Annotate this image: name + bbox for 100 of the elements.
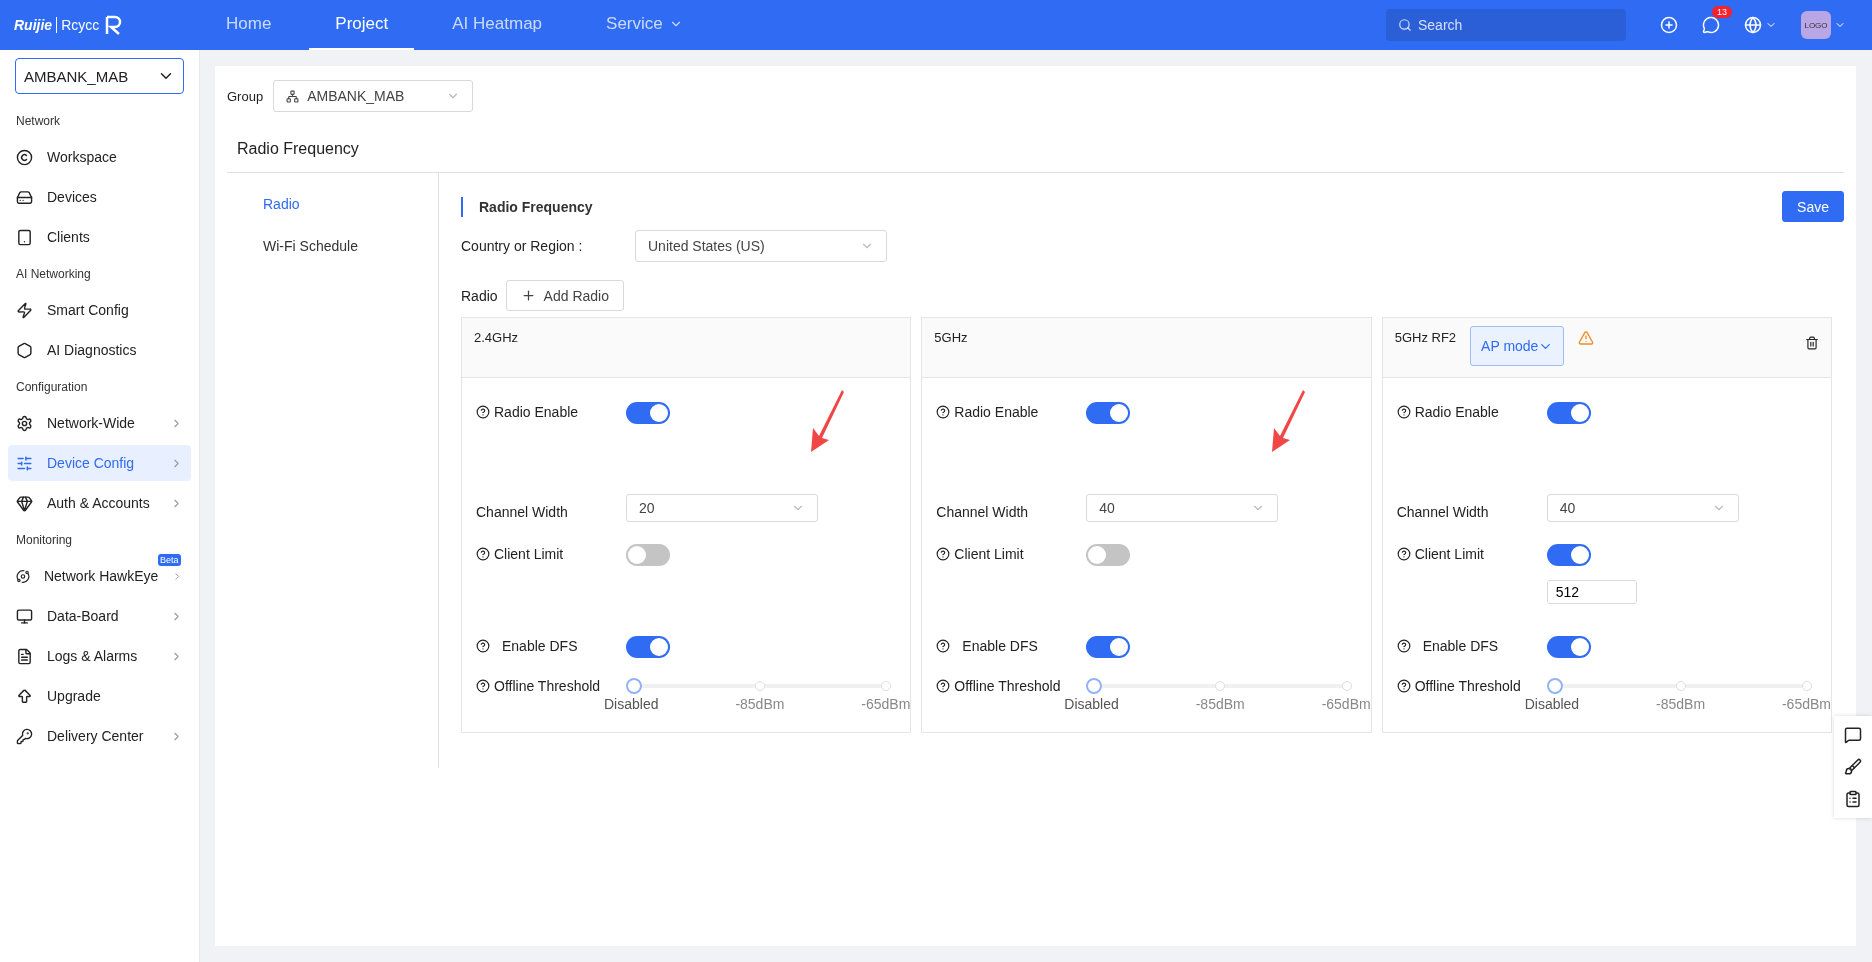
search-icon [1398,18,1412,32]
field-label: Channel Width [936,504,1029,520]
group-label: Group [227,88,264,104]
client-limit-field[interactable]: 512 [1546,580,1637,604]
section-heading: Radio Frequency [461,196,593,217]
slider-mark-label: -65dBm [861,696,911,712]
message-icon[interactable] [1702,16,1720,34]
field-label: Enable DFS [962,638,1038,654]
sidebar-item[interactable]: Device Config [8,445,191,481]
search-field[interactable]: Search [1386,9,1626,41]
help-icon[interactable] [476,405,490,419]
channel-width-select[interactable]: 20 [626,494,818,522]
sidebar-item[interactable]: Network-Wide [8,405,191,441]
slider-mark-label: Disabled [604,696,659,712]
mode-dropdown[interactable]: AP mode [1470,326,1565,366]
field-label: Channel Width [1396,504,1489,520]
chat-icon[interactable] [1844,726,1862,744]
logo[interactable]: Ruijie Rcycc [14,14,194,36]
slider-stop-dot[interactable] [1215,681,1226,691]
toggle-switch[interactable] [1546,402,1591,424]
document-icon [16,647,33,665]
delete-icon[interactable] [1805,336,1819,350]
slider-stop-dot[interactable] [1802,681,1812,691]
slider-thumb[interactable] [1546,678,1563,694]
slider-stop-dot[interactable] [1675,681,1686,691]
hexagon-icon [16,341,33,359]
help-icon[interactable] [1396,679,1411,693]
slider-stop-dot[interactable] [755,681,766,691]
field-label: Offline Threshold [494,678,601,694]
country-select[interactable]: United States (US) [635,230,887,262]
slider-mark-label: -85dBm [1656,696,1706,712]
help-icon[interactable] [476,547,490,561]
radio-name: 2.4GHz [474,330,519,345]
monitor-icon [16,607,33,625]
radio-label: Radio [461,287,498,304]
toggle-switch[interactable] [1086,402,1131,424]
help-icon[interactable] [476,639,490,653]
brush-icon[interactable] [1844,758,1862,776]
help-icon[interactable] [476,679,490,693]
sidebar-item[interactable]: Delivery Center [8,718,191,754]
field-label: Offline Threshold [954,678,1061,694]
field-label: Offline Threshold [1414,678,1521,694]
slider-thumb[interactable] [1086,678,1103,694]
field-label: Channel Width [476,504,568,520]
project-select[interactable]: AMBANK_MAB [15,58,184,94]
help-icon[interactable] [1396,639,1411,653]
sidebar-item[interactable]: Upgrade [8,678,191,714]
toggle-switch[interactable] [1546,636,1591,658]
slider-mark-label: Disabled [1524,696,1580,712]
group-select[interactable]: AMBANK_MAB [273,80,474,112]
slider-stop-dot[interactable] [881,681,892,691]
help-icon[interactable] [1396,547,1411,561]
slider-mark-label: -85dBm [1195,696,1245,712]
clipboard-icon[interactable] [1844,790,1862,808]
section-title: Configuration [15,379,89,396]
globe-icon[interactable] [1744,16,1762,34]
sidebar-item[interactable]: Smart Config [8,292,191,328]
device-icon [16,188,33,206]
sliders-icon [16,454,33,472]
sidebar-item[interactable]: Devices [8,179,191,215]
channel-width-select[interactable]: 40 [1546,494,1739,522]
slider-thumb[interactable] [626,678,642,694]
channel-width-select[interactable]: 40 [1086,494,1279,522]
section-title: Network [15,113,61,130]
slider-mark-label: Disabled [1064,696,1119,712]
nav-tab[interactable]: Project [309,0,415,50]
sidebar-item[interactable]: Clients [8,219,191,255]
add-icon[interactable] [1660,16,1678,34]
orbit-icon [16,567,30,585]
subnav-item[interactable]: Wi-Fi Schedule [227,225,438,267]
help-icon[interactable] [936,405,951,419]
sidebar-item[interactable]: Data-Board [8,598,191,634]
field-label: Client Limit [494,546,564,562]
slider-mark-label: -65dBm [1321,696,1371,712]
country-label: Country or Region : [461,238,584,254]
radio-name: 5GHz RF2 [1394,330,1457,345]
toggle-switch[interactable] [626,636,670,658]
field-label: Enable DFS [1422,638,1499,654]
help-icon[interactable] [936,679,951,693]
help-icon[interactable] [936,547,951,561]
subnav-item[interactable]: Radio [227,183,438,225]
field-label: Client Limit [1414,546,1484,562]
sidebar-item[interactable]: Logs & Alarms [8,638,191,674]
help-icon[interactable] [936,639,951,653]
field-label: Radio Enable [1414,404,1499,420]
sidebar-item[interactable]: AI Diagnostics [8,332,191,368]
toggle-switch[interactable] [626,544,670,566]
sidebar-item[interactable]: Auth & Accounts [8,485,191,521]
avatar[interactable]: LOGO [1801,11,1831,39]
slider-stop-dot[interactable] [1341,681,1352,691]
slider-mark-label: -65dBm [1781,696,1831,712]
help-icon[interactable] [1396,405,1411,419]
field-label: Enable DFS [502,638,578,654]
toggle-switch[interactable] [1546,544,1591,566]
toggle-switch[interactable] [1086,544,1131,566]
toggle-switch[interactable] [1086,636,1131,658]
add-radio-button[interactable]: Add Radio [505,280,624,311]
sidebar-item[interactable]: Workspace [8,139,191,175]
toggle-switch[interactable] [626,402,670,424]
save-button[interactable]: Save [1782,191,1844,222]
